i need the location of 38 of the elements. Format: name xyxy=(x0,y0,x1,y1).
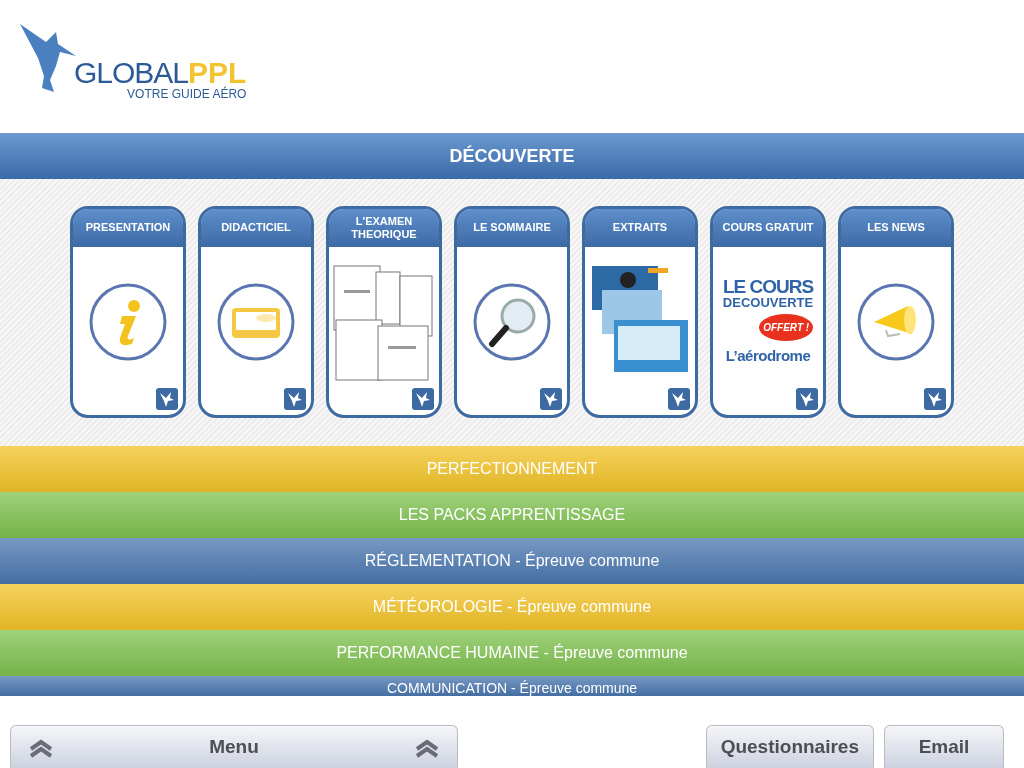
card-title: EXTRAITS xyxy=(585,209,695,247)
megaphone-icon xyxy=(856,282,936,362)
promo-text: L’aérodrome xyxy=(725,345,811,366)
hummingbird-icon xyxy=(412,388,434,410)
card-tile[interactable]: PRESENTATION xyxy=(70,206,186,418)
tablet-icon xyxy=(216,282,296,362)
promo-text: DECOUVERTE xyxy=(722,295,814,310)
brand-name: GLOBAL xyxy=(74,58,189,88)
hummingbird-icon xyxy=(924,388,946,410)
card-title: PRESENTATION xyxy=(73,209,183,247)
hummingbird-icon xyxy=(796,388,818,410)
category-bar[interactable]: RÉGLEMENTATION - Épreuve commune xyxy=(0,538,1024,584)
card-title: LE SOMMAIRE xyxy=(457,209,567,247)
card-tile[interactable]: L'EXAMEN THEORIQUE xyxy=(326,206,442,418)
search-icon xyxy=(472,282,552,362)
hummingbird-icon xyxy=(284,388,306,410)
hummingbird-icon xyxy=(540,388,562,410)
card-tile[interactable]: LE SOMMAIRE xyxy=(454,206,570,418)
menu-button[interactable]: Menu xyxy=(10,725,458,768)
tagline: VOTRE GUIDE AÉRO xyxy=(126,88,247,100)
toolbar-button[interactable]: Email xyxy=(884,725,1004,768)
category-bar[interactable]: COMMUNICATION - Épreuve commune xyxy=(0,676,1024,696)
info-icon xyxy=(88,282,168,362)
toolbar-button[interactable]: Questionnaires xyxy=(705,725,874,768)
card-tile[interactable]: EXTRAITS xyxy=(582,206,698,418)
card-tile[interactable]: LES NEWS xyxy=(838,206,954,418)
section-header[interactable]: DÉCOUVERTE xyxy=(0,133,1024,179)
hummingbird-icon xyxy=(156,388,178,410)
card-tile[interactable]: COURS GRATUIT LE COURS DECOUVERTE OFFERT ! L’aérodrome xyxy=(710,206,826,418)
category-bar[interactable]: PERFORMANCE HUMAINE - Épreuve commune xyxy=(0,630,1024,676)
card-tile[interactable]: DIDACTICIEL xyxy=(198,206,314,418)
card-title: L'EXAMEN THEORIQUE xyxy=(329,209,439,247)
promo-text: LE COURS xyxy=(722,276,814,296)
promo-badge: OFFERT ! xyxy=(759,313,814,341)
card-title: DIDACTICIEL xyxy=(201,209,311,247)
card-title: LES NEWS xyxy=(841,209,951,247)
card-title: COURS GRATUIT xyxy=(713,209,823,247)
hummingbird-icon xyxy=(668,388,690,410)
